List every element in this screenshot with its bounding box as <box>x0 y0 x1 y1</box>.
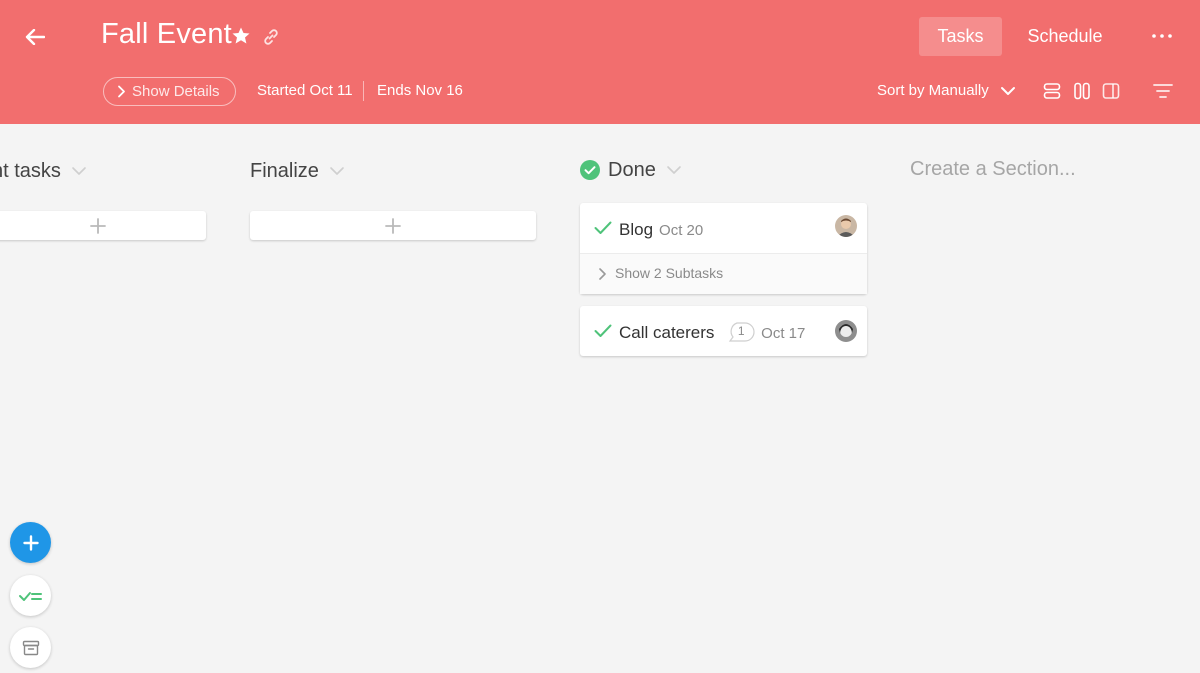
list-view-icon[interactable] <box>1043 82 1061 100</box>
task-row[interactable]: Blog Oct 20 <box>580 203 867 253</box>
arrow-left-icon <box>25 29 45 45</box>
board-view-icon[interactable] <box>1073 82 1091 100</box>
archive-button[interactable] <box>10 627 51 668</box>
section-title: nt tasks <box>0 159 61 182</box>
tab-tasks[interactable]: Tasks <box>919 17 1002 56</box>
star-icon[interactable] <box>231 26 251 46</box>
task-due-date: Oct 17 <box>761 325 806 342</box>
plus-icon <box>90 217 106 234</box>
project-title[interactable]: Fall Event <box>101 18 232 51</box>
user-avatar-icon <box>835 320 857 342</box>
chevron-down-icon <box>667 166 681 174</box>
divider <box>363 81 364 101</box>
task-title: Call caterers 1 Oct 17 <box>619 321 806 344</box>
task-card[interactable]: Call caterers 1 Oct 17 <box>580 306 867 356</box>
plus-icon <box>385 217 401 234</box>
section-title: Finalize <box>250 159 319 182</box>
task-row[interactable]: Call caterers 1 Oct 17 <box>580 306 867 356</box>
sort-dropdown[interactable]: Sort by Manually <box>877 82 989 99</box>
chevron-down-icon <box>72 167 86 175</box>
chevron-right-icon <box>599 268 606 280</box>
plus-icon <box>22 534 39 551</box>
filter-icon[interactable] <box>1153 83 1173 99</box>
checkmark-icon[interactable] <box>594 324 612 338</box>
task-title-text: Call caterers <box>619 323 715 342</box>
section-header[interactable]: Finalize <box>250 157 345 185</box>
show-details-button[interactable]: Show Details <box>103 77 236 106</box>
back-button[interactable] <box>22 24 48 50</box>
link-icon[interactable] <box>261 27 281 47</box>
add-task-button[interactable] <box>250 211 536 240</box>
section-header[interactable]: Done <box>580 156 682 184</box>
subtasks-label: Show 2 Subtasks <box>615 265 724 281</box>
start-date[interactable]: Started Oct 11 <box>257 82 353 99</box>
show-details-label: Show Details <box>132 83 220 100</box>
task-title-text: Blog <box>619 220 654 239</box>
avatar[interactable] <box>835 215 857 237</box>
checkmark-icon[interactable] <box>594 221 612 235</box>
task-title: Blog Oct 20 <box>619 220 703 240</box>
task-card[interactable]: Blog Oct 20 Show 2 Subtasks <box>580 203 867 294</box>
section-header[interactable]: nt tasks <box>0 157 87 185</box>
section-title: Done <box>608 158 656 181</box>
comment-count: 1 <box>737 323 745 338</box>
avatar[interactable] <box>835 320 857 342</box>
add-button[interactable] <box>10 522 51 563</box>
chevron-right-icon <box>118 85 125 98</box>
more-options-icon[interactable] <box>1150 26 1174 46</box>
split-view-icon[interactable] <box>1102 82 1120 100</box>
archive-icon <box>22 640 39 655</box>
user-avatar-icon <box>835 215 857 237</box>
tab-schedule[interactable]: Schedule <box>1016 17 1114 56</box>
checklist-icon <box>18 591 42 601</box>
project-header: Fall Event Tasks Schedule Show Details S… <box>0 0 1200 124</box>
show-subtasks-toggle[interactable]: Show 2 Subtasks <box>580 253 867 294</box>
check-circle-icon <box>580 160 600 180</box>
add-task-button[interactable] <box>0 211 206 240</box>
my-tasks-button[interactable] <box>10 575 51 616</box>
chevron-down-icon <box>330 167 344 175</box>
create-section-input[interactable]: Create a Section... <box>910 158 1076 181</box>
end-date[interactable]: Ends Nov 16 <box>377 82 463 99</box>
task-due-date: Oct 20 <box>659 222 704 239</box>
chevron-down-icon[interactable] <box>1000 84 1016 98</box>
comment-count-badge[interactable]: 1 <box>727 321 755 342</box>
